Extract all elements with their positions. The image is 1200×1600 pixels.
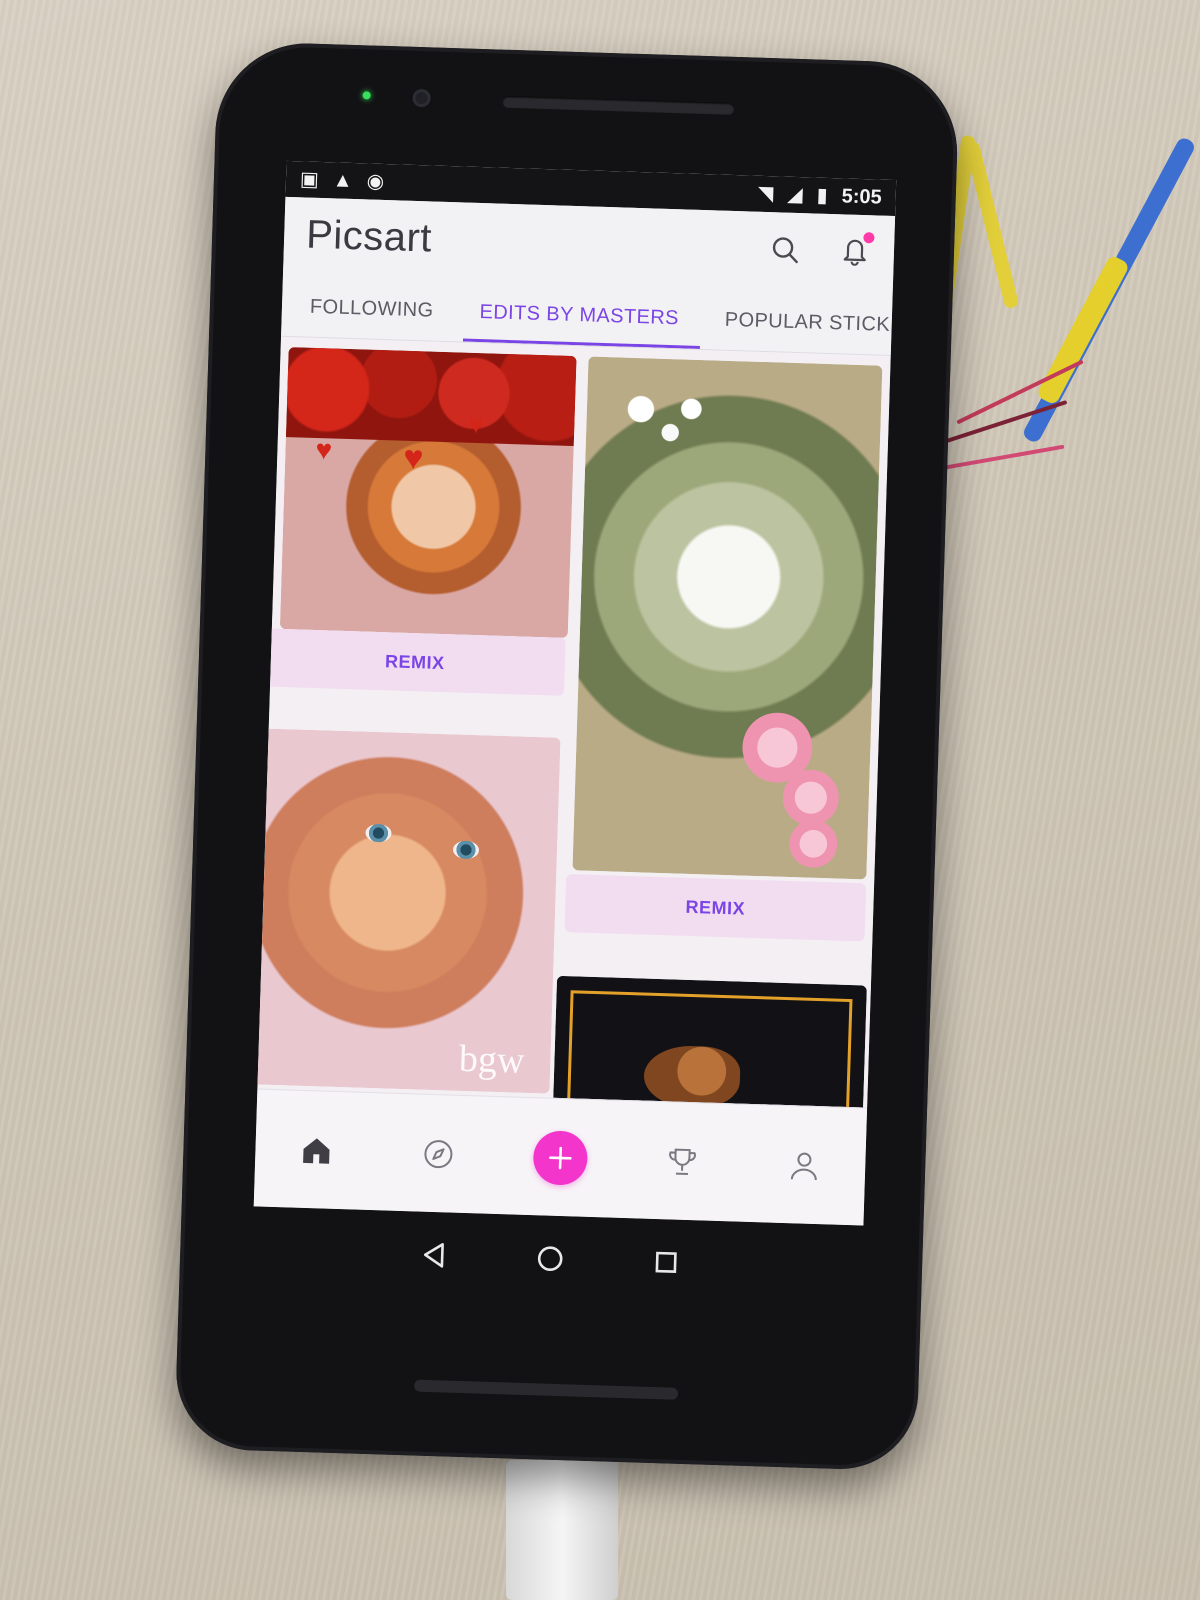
strawberry-sticker: ♥	[315, 433, 333, 466]
feed-card[interactable]	[552, 975, 867, 1108]
nav-create[interactable]	[527, 1125, 593, 1191]
feed-grid: ♥ ♥ ♥ REMIX REMIX bgw	[257, 336, 891, 1108]
sync-icon: ◉	[366, 170, 385, 193]
create-icon	[549, 1146, 572, 1169]
warning-icon: ▲	[332, 169, 354, 192]
system-home[interactable]	[525, 1234, 574, 1283]
top-speaker	[502, 95, 735, 115]
baby-eye	[365, 823, 392, 843]
tab-popular-stickers[interactable]: POPULAR STICK	[696, 308, 893, 356]
back-icon	[423, 1243, 444, 1268]
nav-discover[interactable]	[405, 1121, 471, 1187]
blossom	[788, 819, 839, 869]
status-right-icons: ◥ ◢ ▮ 5:05	[758, 182, 882, 209]
discover-icon	[424, 1139, 453, 1168]
nav-home[interactable]	[284, 1117, 350, 1183]
tab-edits-by-masters[interactable]: EDITS BY MASTERS	[451, 300, 698, 349]
picsart-logo: Picsart	[305, 212, 433, 260]
image-watermark: bgw	[458, 1037, 526, 1082]
bottom-speaker	[413, 1379, 679, 1400]
app-icon: ▣	[299, 168, 320, 191]
heart-sticker: ♥	[402, 438, 425, 478]
system-recents[interactable]	[641, 1238, 690, 1287]
remix-button[interactable]: REMIX	[564, 874, 867, 942]
system-nav	[399, 1219, 701, 1298]
create-button[interactable]	[532, 1129, 589, 1186]
tunnel-doves-image[interactable]	[572, 356, 883, 880]
front-camera-icon	[412, 88, 431, 108]
search-icon[interactable]	[770, 234, 801, 265]
battery-icon: ▮	[816, 184, 829, 207]
nav-challenges[interactable]	[649, 1128, 715, 1194]
heart-sticker: ♥	[467, 408, 485, 440]
nav-profile[interactable]	[771, 1132, 837, 1198]
home-circle-icon	[537, 1246, 563, 1272]
signal-icon: ◢	[786, 183, 804, 207]
home-icon	[303, 1137, 330, 1164]
roses-crown	[279, 347, 577, 447]
feed-card[interactable]: bgw	[257, 728, 561, 1094]
feed-card[interactable]	[572, 356, 883, 880]
challenges-icon	[669, 1148, 696, 1175]
phone-device: ▣ ▲ ◉ ◥ ◢ ▮ 5:05 Picsart FOLLOWING EDITS…	[174, 40, 960, 1472]
remix-button[interactable]: REMIX	[264, 628, 566, 696]
status-time: 5:05	[841, 184, 883, 209]
phone-screen: ▣ ▲ ◉ ◥ ◢ ▮ 5:05 Picsart FOLLOWING EDITS…	[253, 160, 897, 1226]
usb-connector	[506, 1460, 618, 1600]
profile-icon	[790, 1152, 817, 1180]
status-left-icons: ▣ ▲ ◉	[299, 168, 385, 193]
recents-icon	[655, 1251, 677, 1273]
monkey	[643, 1044, 741, 1108]
system-back[interactable]	[410, 1230, 459, 1279]
feed-card[interactable]: ♥ ♥ ♥	[279, 347, 577, 638]
baby-eye	[452, 840, 480, 860]
bottom-nav	[253, 1088, 868, 1226]
doves	[602, 381, 726, 475]
blossom	[781, 768, 840, 827]
baby-in-towel-image[interactable]: bgw	[257, 728, 561, 1094]
wifi-icon: ◥	[757, 182, 774, 206]
app-actions	[769, 231, 875, 271]
monkey-framed-image[interactable]	[552, 975, 867, 1108]
notification-dot	[863, 231, 875, 243]
notifications-button[interactable]	[839, 231, 875, 271]
notification-led	[362, 91, 371, 100]
tab-following[interactable]: FOLLOWING	[281, 295, 452, 341]
girl-with-roses-image[interactable]: ♥ ♥ ♥	[279, 347, 577, 638]
